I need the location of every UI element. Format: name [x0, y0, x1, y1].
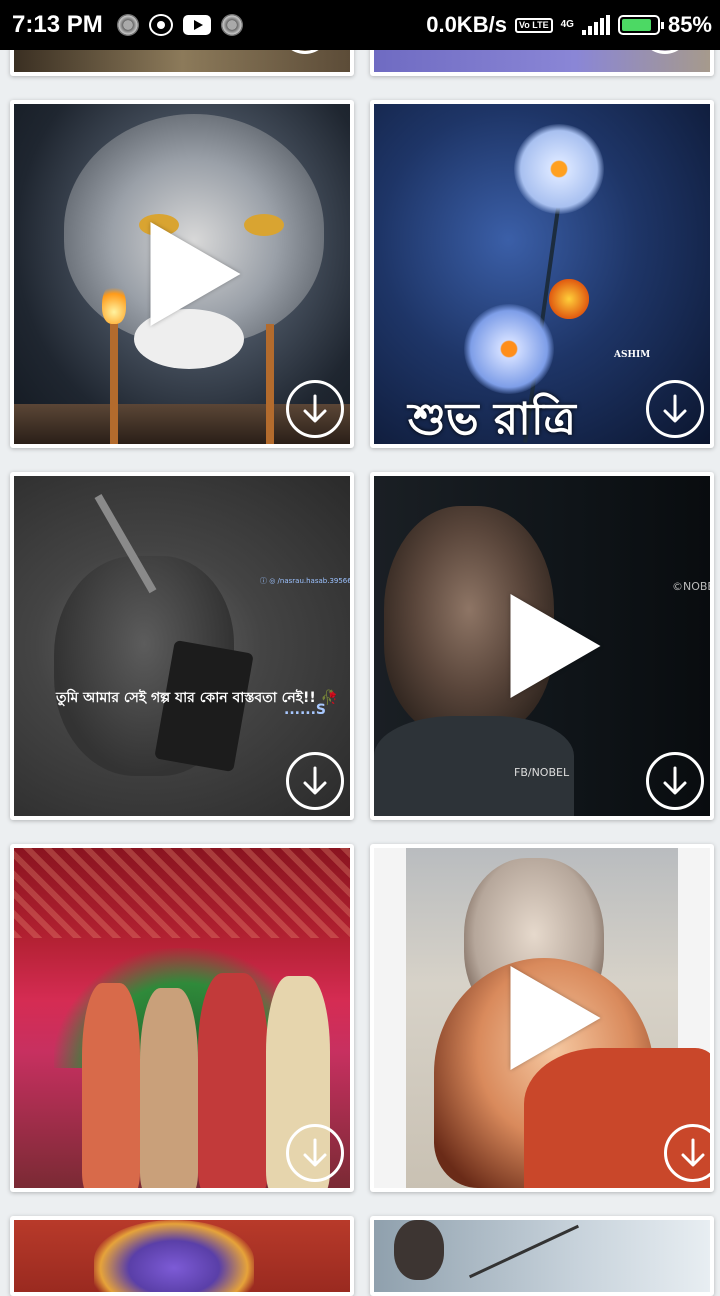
video-card[interactable]: [10, 844, 354, 1192]
video-card[interactable]: [10, 1216, 354, 1296]
video-thumbnail: [374, 848, 710, 1188]
video-thumbnail: [14, 104, 350, 444]
download-icon[interactable]: [286, 752, 344, 810]
video-thumbnail: ©NOBE FB/NOBEL: [374, 476, 710, 816]
credit-text: FB/NOBEL: [514, 766, 570, 779]
download-icon[interactable]: [646, 380, 704, 438]
video-card[interactable]: ©NOBE FB/NOBEL: [370, 472, 714, 820]
watermark-text: ⓘ ◎ /nasrau.hasab.3956690: [260, 577, 350, 585]
video-card[interactable]: [370, 1216, 714, 1296]
video-thumbnail: [14, 1220, 350, 1292]
cast-notification-icon: [148, 14, 173, 36]
battery-level-fill: [621, 19, 651, 31]
signal-icon: 4G: [561, 20, 574, 30]
battery-icon: [617, 15, 664, 35]
video-card[interactable]: [10, 100, 354, 448]
play-icon: [150, 222, 241, 326]
video-card[interactable]: ASHIM শুভ রাত্রি: [370, 100, 714, 448]
caption-text: শুভ রাত্রি: [408, 394, 576, 444]
credit-text: ......S: [284, 702, 326, 718]
play-icon: [510, 594, 601, 698]
battery-percent: 85%: [667, 12, 712, 37]
play-icon: [510, 966, 601, 1070]
network-speed: 0.0KB/s: [426, 12, 507, 37]
video-thumbnail: [14, 848, 350, 1188]
watermark-text: ©NOBE: [672, 580, 710, 593]
circle-notification-icon: [116, 14, 139, 36]
video-card[interactable]: ⓘ ◎ /nasrau.hasab.3956690 তুমি আমার সেই …: [10, 472, 354, 820]
system-icons: 0.0KB/s Vo LTE 4G 85%: [426, 12, 712, 38]
video-thumbnail: ASHIM শুভ রাত্রি: [374, 104, 710, 444]
download-icon[interactable]: [286, 380, 344, 438]
circle-notification-icon: [220, 14, 243, 36]
status-time: 7:13 PM: [12, 11, 103, 38]
network-type: 4G: [560, 19, 574, 30]
video-thumbnail: [374, 1220, 710, 1292]
youtube-icon: [182, 15, 211, 35]
video-card[interactable]: [370, 844, 714, 1192]
volte-icon: Vo LTE: [514, 17, 553, 33]
download-icon[interactable]: [646, 752, 704, 810]
download-icon[interactable]: [286, 1124, 344, 1182]
watermark-text: ASHIM: [614, 350, 651, 360]
notification-icons: [116, 14, 243, 36]
video-thumbnail: ⓘ ◎ /nasrau.hasab.3956690 তুমি আমার সেই …: [14, 476, 350, 816]
signal-bars-icon: [581, 15, 610, 35]
download-icon[interactable]: [664, 1124, 710, 1182]
status-bar: 7:13 PM 0.0KB/s Vo LTE 4G 85%: [0, 0, 720, 50]
